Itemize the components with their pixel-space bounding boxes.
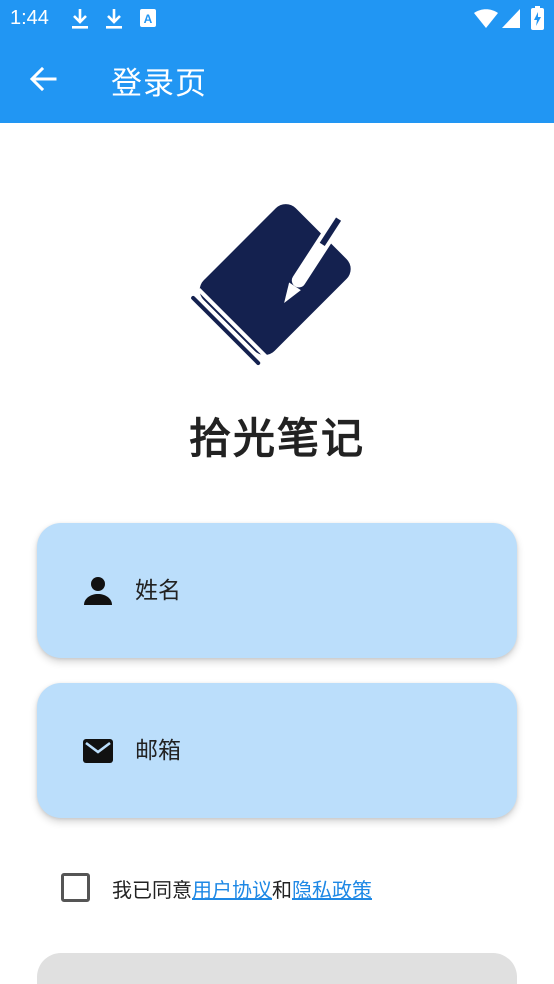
login-screen: 1:44 A 登录页 拾光笔记 姓名 邮箱 我已同意用户协议和隐私政策 [0,0,554,984]
agreement-text: 我已同意用户协议和隐私政策 [112,874,372,903]
status-time: 1:44 [10,7,49,29]
email-input[interactable] [135,725,485,777]
svg-text:A: A [144,12,153,26]
download-icon [70,8,90,34]
person-icon [82,575,114,607]
signal-icon [502,9,520,33]
agreement-prefix: 我已同意 [112,878,192,902]
back-button[interactable] [22,60,64,102]
mail-icon [82,735,114,767]
font-accessibility-icon: A [139,8,157,32]
user-agreement-link[interactable]: 用户协议 [192,878,272,902]
notebook-pen-logo [190,195,366,367]
name-input[interactable] [135,565,485,617]
status-bar: 1:44 A [0,0,554,38]
page-title: 登录页 [111,66,207,102]
email-field[interactable] [37,683,517,818]
privacy-policy-link[interactable]: 隐私政策 [292,878,372,902]
wifi-icon [474,9,498,33]
name-field[interactable] [37,523,517,658]
agreement-checkbox[interactable] [61,873,90,902]
app-name: 拾光笔记 [188,414,365,463]
login-button[interactable] [37,953,517,984]
download-icon [104,8,124,34]
app-bar: 登录页 [0,38,554,123]
agreement-conjunction: 和 [272,878,292,902]
agreement-row: 我已同意用户协议和隐私政策 [58,868,518,908]
battery-icon [531,6,544,34]
arrow-left-icon [29,65,57,97]
